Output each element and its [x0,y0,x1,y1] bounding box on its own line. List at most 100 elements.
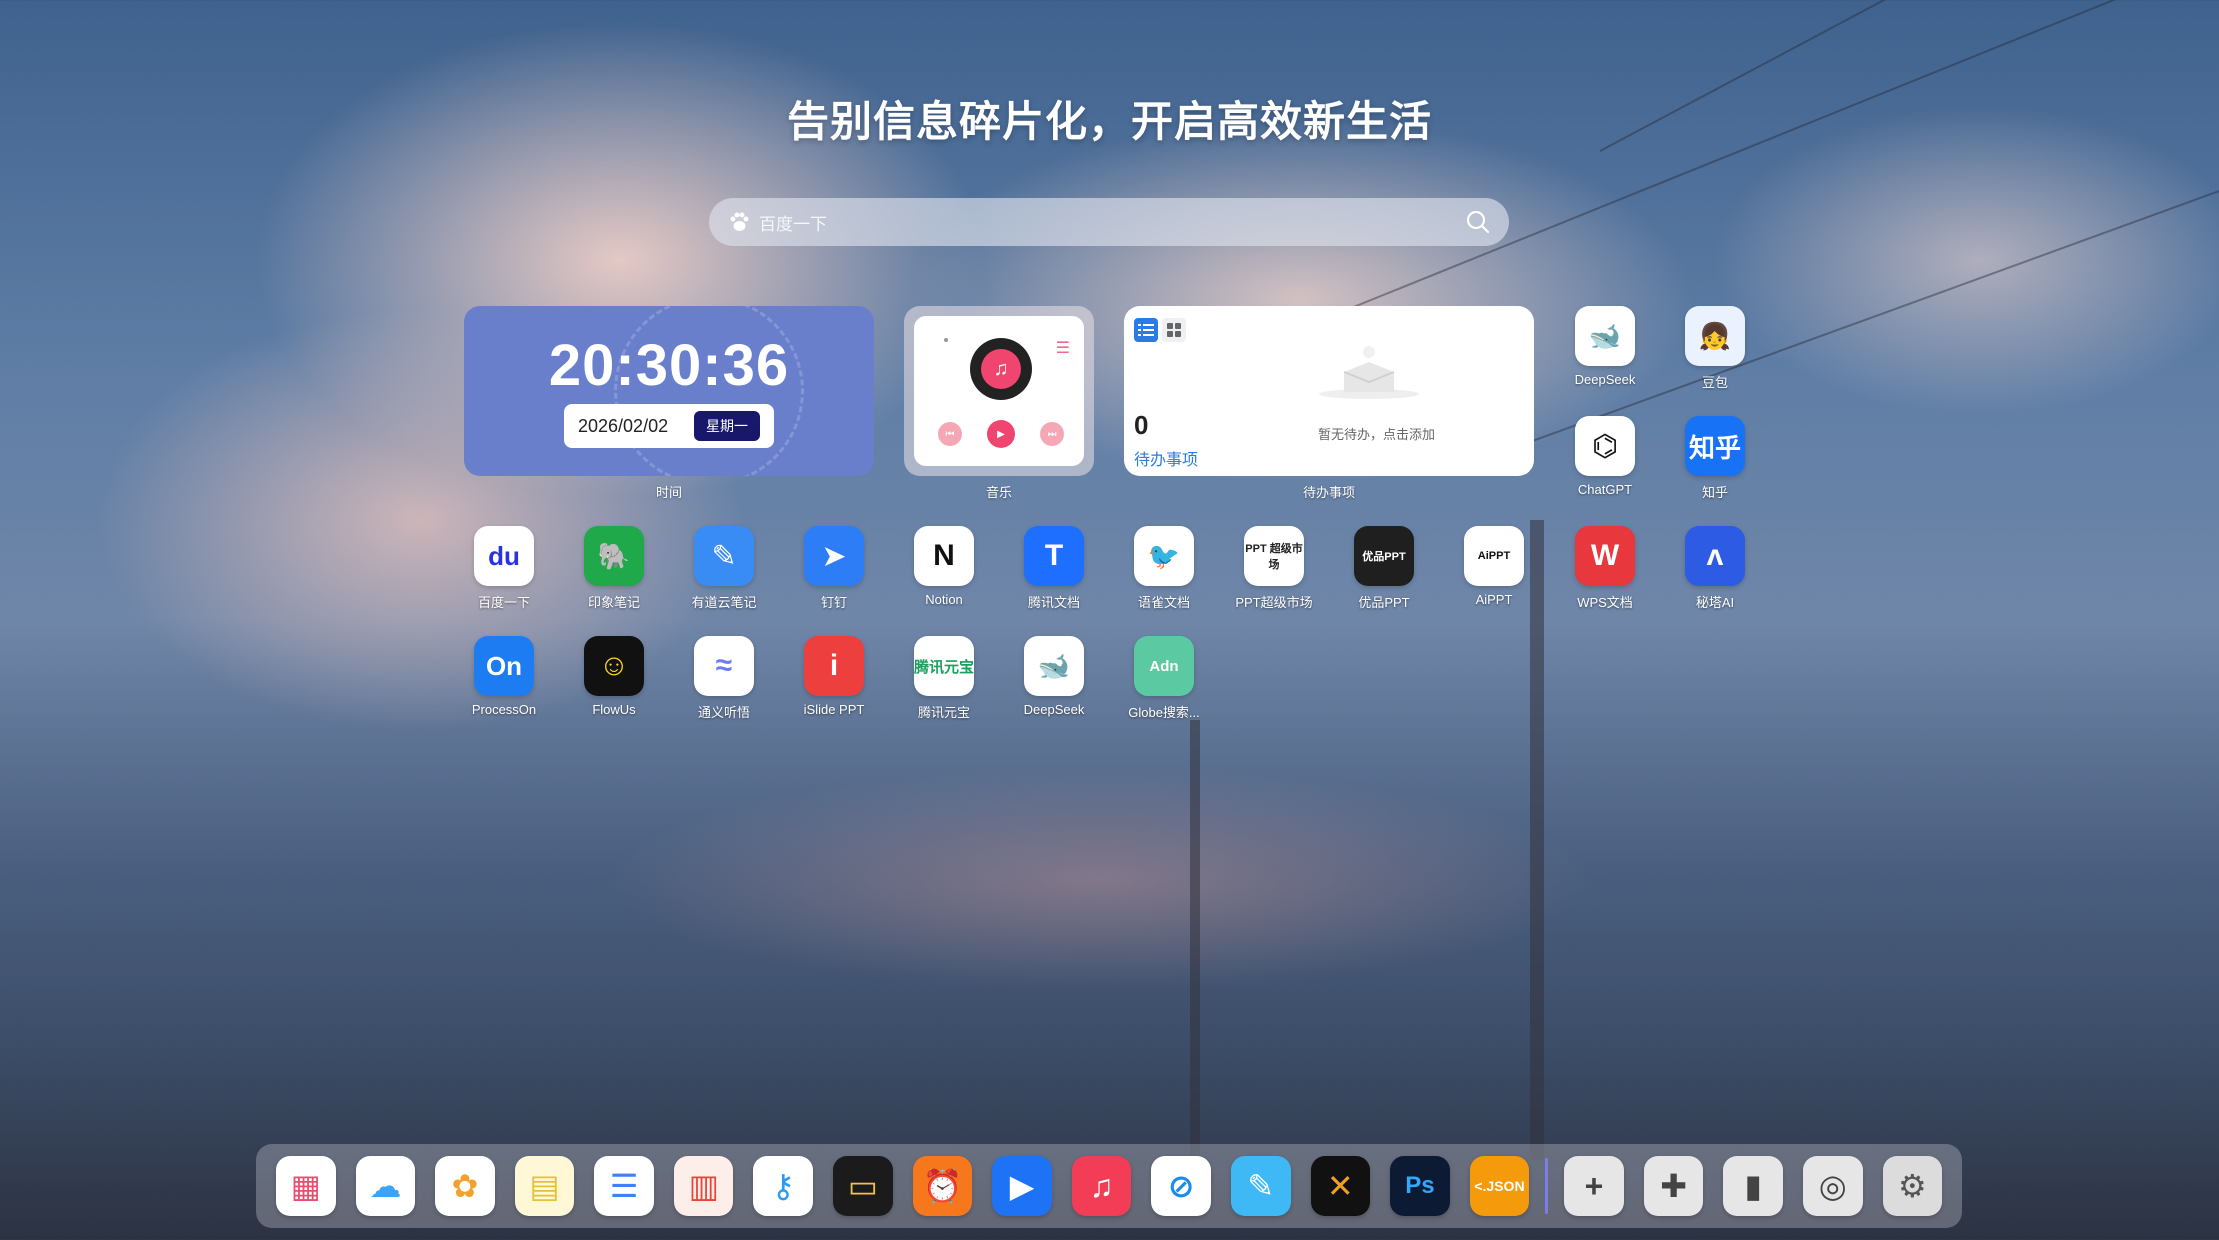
play-icon[interactable]: ▶ [992,1156,1052,1216]
app-shortcut[interactable]: On ProcessOn [459,636,549,717]
app-shortcut[interactable]: 👧 豆包 [1670,306,1760,391]
app-icon[interactable]: AiPPT [1464,526,1524,586]
playlist-icon[interactable]: ☰ [1056,338,1070,358]
app-icon[interactable]: 🐘 [584,526,644,586]
date-box: 2026/02/02 星期一 [564,404,774,448]
app-label: ProcessOn [471,702,537,717]
app-icon[interactable]: ʌ [1685,526,1745,586]
app-icon[interactable]: i [804,636,864,696]
app-shortcut[interactable]: ≈ 通义听悟 [679,636,769,721]
app-label: 百度一下 [477,595,530,610]
app-shortcut[interactable]: 腾讯元宝 腾讯元宝 [899,636,989,721]
app-label: ChatGPT [1577,482,1633,497]
calendar-icon[interactable]: ▥ [673,1156,734,1216]
app-shortcut[interactable]: i iSlide PPT [789,636,879,717]
puzzle-icon[interactable]: ✚ [1643,1156,1704,1216]
app-icon[interactable]: On [474,636,534,696]
app-label: AiPPT [1475,592,1513,607]
app-shortcut[interactable]: N Notion [899,526,989,607]
app-icon[interactable]: ⌬ [1575,416,1635,476]
app-icon[interactable]: 腾讯元宝 [914,636,974,696]
app-label: Globe搜索... [1128,705,1200,720]
notes-icon[interactable]: ▤ [514,1156,575,1216]
infuse-icon[interactable]: ✕ [1310,1156,1371,1216]
utility-pole [1530,520,1544,1160]
app-label: DeepSeek [1574,372,1636,387]
app-shortcut[interactable]: Adn Globe搜索... [1119,636,1209,721]
app-icon[interactable]: Adn [1134,636,1194,696]
settings-lens-icon[interactable]: ◎ [1802,1156,1863,1216]
app-shortcut[interactable]: 优品PPT 优品PPT [1339,526,1429,611]
search-bar[interactable]: 百度一下 [709,198,1509,246]
passwords-icon[interactable]: ⚷ [753,1156,814,1216]
app-shortcut[interactable]: 🐋 DeepSeek [1009,636,1099,717]
app-icon[interactable]: W [1575,526,1635,586]
app-label: 有道云笔记 [691,595,757,610]
icloud-icon[interactable]: ☁ [355,1156,416,1216]
app-icon[interactable]: 🐋 [1575,306,1635,366]
system-settings-icon[interactable]: ⚙ [1882,1156,1943,1216]
search-input[interactable]: 百度一下 [759,210,1465,235]
brush-icon[interactable]: ▮ [1723,1156,1783,1216]
app-icon[interactable]: ✎ [694,526,754,586]
app-icon[interactable]: 优品PPT [1354,526,1414,586]
app-shortcut[interactable]: ☺ FlowUs [569,636,659,717]
grid-view-icon[interactable] [1162,318,1186,342]
launchpad-icon[interactable]: ▦ [276,1156,336,1216]
clock-widget[interactable]: 20:30:36 2026/02/02 星期一 [464,306,874,476]
todo-title: 待办事项 [1134,452,1199,469]
app-label: 秘塔AI [1695,595,1735,610]
photoshop-icon[interactable]: Ps [1390,1156,1450,1216]
app-icon[interactable]: 🐋 [1024,636,1084,696]
app-shortcut[interactable]: 知乎 知乎 [1670,416,1760,501]
app-icon[interactable]: 🐦 [1134,526,1194,586]
app-label: 语雀文档 [1137,595,1190,610]
search-icon[interactable] [1465,209,1491,235]
app-icon[interactable]: ☺ [584,636,644,696]
clock-icon[interactable]: ⏰ [912,1156,973,1216]
add-icon[interactable]: + [1564,1156,1624,1216]
app-shortcut[interactable]: ⌬ ChatGPT [1560,416,1650,497]
app-icon[interactable]: ➤ [804,526,864,586]
app-icon[interactable]: PPT 超级市场 [1244,526,1304,586]
app-shortcut[interactable]: 🐋 DeepSeek [1560,306,1650,387]
todo-widget[interactable]: 暂无待办，点击添加 0 待办事项 [1124,306,1534,476]
safari-icon[interactable]: ⊘ [1151,1156,1211,1216]
app-label: 通义听悟 [697,705,750,720]
app-icon[interactable]: 知乎 [1685,416,1745,476]
vinyl-disc-icon[interactable]: ♫ [970,338,1032,400]
app-shortcut[interactable]: ➤ 钉钉 [789,526,879,611]
app-shortcut[interactable]: W WPS文档 [1560,526,1650,611]
music-widget[interactable]: ♫ ☰ ⏮ ▶ ⏭ [904,306,1094,476]
next-track-button[interactable]: ⏭ [1040,422,1064,446]
reminders-icon[interactable]: ☰ [594,1156,654,1216]
wallet-icon[interactable]: ▭ [833,1156,893,1216]
todo-widget-label: 待办事项 [1302,485,1355,500]
list-view-icon[interactable] [1134,318,1158,342]
clock-time: 20:30:36 [548,333,790,398]
app-icon[interactable]: N [914,526,974,586]
baidu-paw-icon [730,212,749,231]
app-shortcut[interactable]: T 腾讯文档 [1009,526,1099,611]
app-icon[interactable]: ≈ [694,636,754,696]
dock-separator [1545,1158,1549,1214]
app-shortcut[interactable]: 🐦 语雀文档 [1119,526,1209,611]
music-icon[interactable]: ♫ [1071,1156,1132,1216]
app-shortcut[interactable]: ʌ 秘塔AI [1670,526,1760,611]
previous-track-button[interactable]: ⏮ [938,422,962,446]
app-shortcut[interactable]: PPT 超级市场 PPT超级市场 [1229,526,1319,611]
photos-icon[interactable]: ✿ [435,1156,495,1216]
app-shortcut[interactable]: AiPPT AiPPT [1449,526,1539,607]
todo-empty-text[interactable]: 暂无待办，点击添加 [1318,424,1435,443]
freeform-icon[interactable]: ✎ [1230,1156,1291,1216]
json-icon[interactable]: <.JSON [1469,1156,1530,1216]
app-shortcut[interactable]: ✎ 有道云笔记 [679,526,769,611]
app-icon[interactable]: du [474,526,534,586]
app-icon[interactable]: 👧 [1685,306,1745,366]
app-shortcut[interactable]: du 百度一下 [459,526,549,611]
play-button[interactable]: ▶ [987,420,1015,448]
app-label: Notion [925,592,963,607]
app-icon[interactable]: T [1024,526,1084,586]
app-label: 印象笔记 [587,595,640,610]
app-shortcut[interactable]: 🐘 印象笔记 [569,526,659,611]
